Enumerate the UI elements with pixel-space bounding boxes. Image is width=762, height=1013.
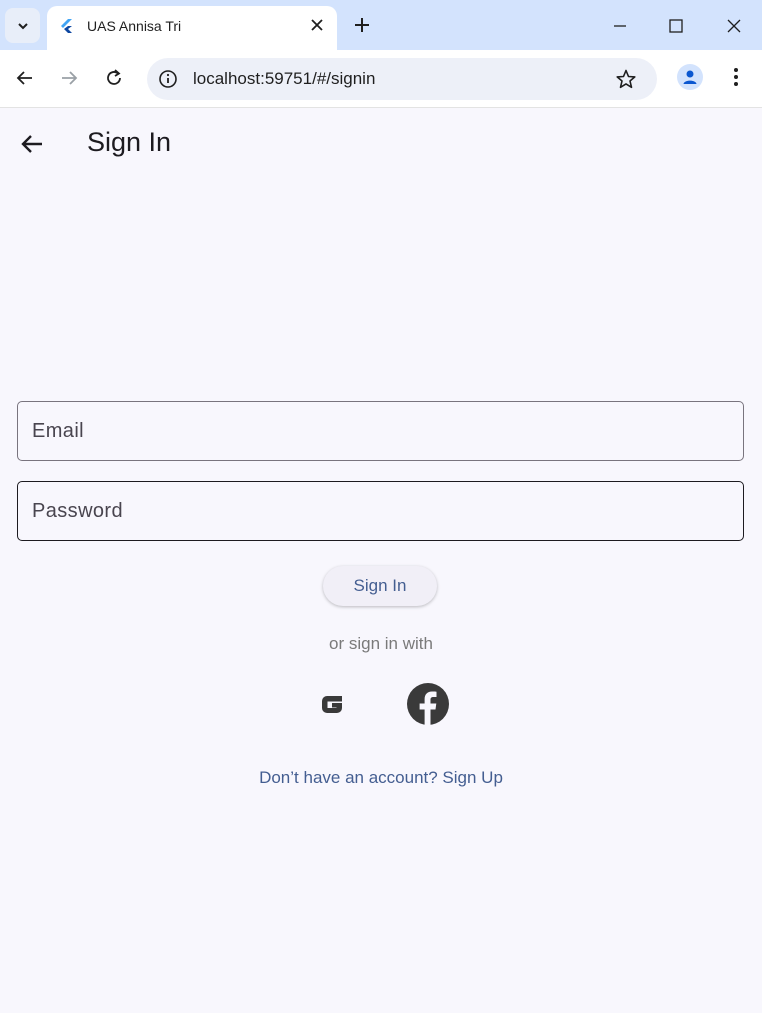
window-close-button[interactable] <box>720 12 748 40</box>
sign-in-button[interactable]: Sign In <box>323 566 437 606</box>
tab-title: UAS Annisa Tri <box>87 18 182 34</box>
maximize-icon <box>669 19 683 33</box>
or-sign-in-with-text: or sign in with <box>329 634 433 653</box>
browser-tab[interactable]: UAS Annisa Tri <box>47 6 337 50</box>
person-icon <box>683 70 697 84</box>
page-title: Sign In <box>87 127 172 157</box>
browser-toolbar: localhost:59751/#/signin <box>0 50 762 108</box>
minimize-icon <box>614 25 626 27</box>
maximize-button[interactable] <box>662 12 690 40</box>
browser-menu-button[interactable] <box>725 65 747 89</box>
facebook-icon[interactable] <box>406 682 450 726</box>
email-input[interactable] <box>18 402 743 460</box>
more-vertical-icon <box>734 68 738 86</box>
arrow-left-icon <box>16 71 32 85</box>
reload-icon <box>107 69 121 85</box>
email-field[interactable] <box>17 401 744 461</box>
back-button[interactable] <box>13 66 37 90</box>
address-bar[interactable]: localhost:59751/#/signin <box>147 58 657 100</box>
profile-button[interactable] <box>677 64 703 90</box>
app-back-icon[interactable] <box>19 131 45 157</box>
arrow-right-icon <box>62 71 78 85</box>
close-icon <box>727 19 741 33</box>
close-icon[interactable] <box>309 17 325 33</box>
minimize-button[interactable] <box>606 12 634 40</box>
url-text[interactable]: localhost:59751/#/signin <box>193 69 375 89</box>
tab-search-button[interactable] <box>5 8 40 43</box>
reload-button[interactable] <box>102 66 126 90</box>
info-icon[interactable] <box>157 68 179 90</box>
google-icon[interactable] <box>318 690 346 718</box>
browser-tab-strip: UAS Annisa Tri <box>0 0 762 50</box>
new-tab-icon[interactable] <box>352 15 372 35</box>
chevron-down-icon <box>17 22 28 29</box>
flutter-icon <box>61 19 72 33</box>
forward-button[interactable] <box>57 66 81 90</box>
sign-up-link[interactable]: Don’t have an account? Sign Up <box>0 768 762 788</box>
password-field[interactable] <box>17 481 744 541</box>
star-icon[interactable] <box>615 68 637 90</box>
password-input[interactable] <box>18 482 743 540</box>
